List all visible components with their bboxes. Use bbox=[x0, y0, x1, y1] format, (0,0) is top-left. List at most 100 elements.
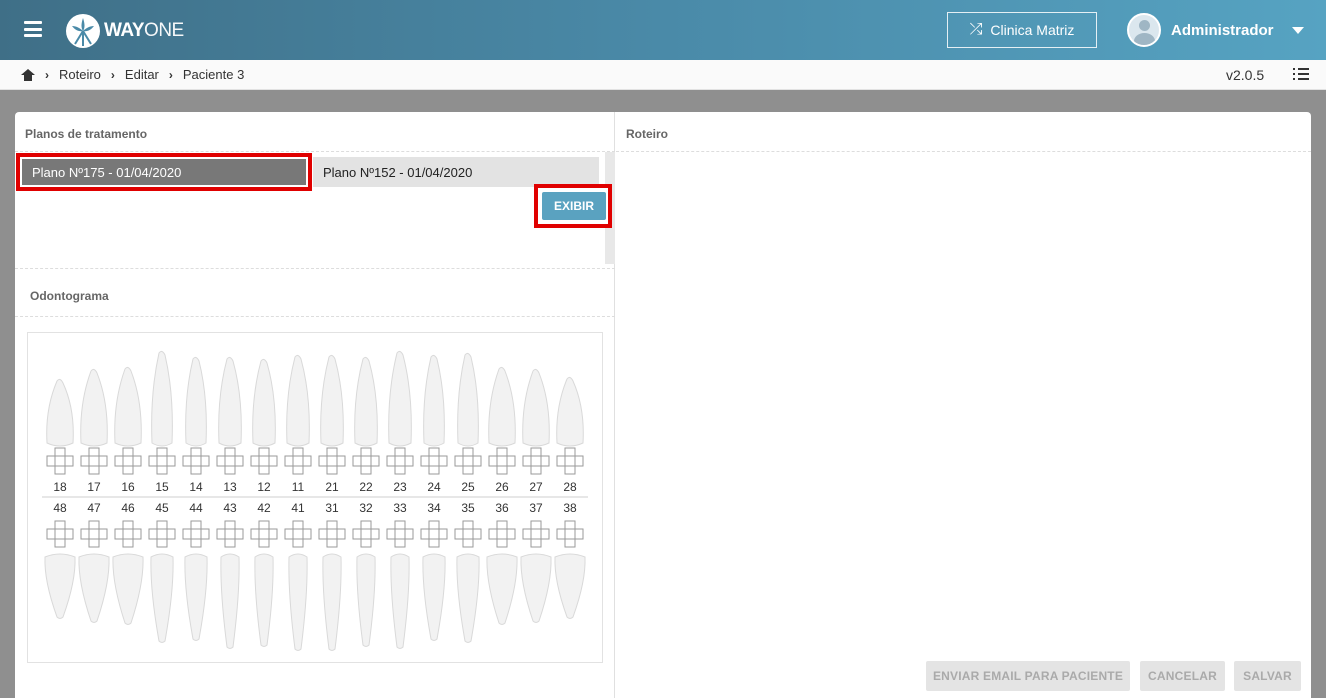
clinic-switch-button[interactable]: ⤮ Clinica Matriz bbox=[947, 12, 1097, 48]
tooth-15[interactable] bbox=[151, 350, 173, 447]
user-name: Administrador bbox=[1171, 21, 1274, 39]
tooth-26[interactable] bbox=[488, 366, 516, 447]
tooth-31[interactable] bbox=[322, 553, 342, 651]
tooth-45[interactable] bbox=[150, 553, 174, 643]
odontogram-header: Odontograma bbox=[15, 268, 615, 317]
tooth-35[interactable] bbox=[456, 553, 480, 643]
tooth-43[interactable] bbox=[220, 553, 240, 649]
tooth-47[interactable] bbox=[78, 553, 110, 623]
tooth-surface-grid-27[interactable] bbox=[522, 447, 550, 475]
tooth-surface-grid-46[interactable] bbox=[114, 520, 142, 548]
exibir-highlight: EXIBIR bbox=[534, 184, 612, 228]
tooth-38[interactable] bbox=[554, 553, 586, 619]
tooth-surface-grid-26[interactable] bbox=[488, 447, 516, 475]
plan-label: Plano Nº152 - 01/04/2020 bbox=[323, 164, 473, 180]
chevron-down-icon[interactable] bbox=[1291, 26, 1304, 34]
tooth-surface-grid-31[interactable] bbox=[318, 520, 346, 548]
tooth-13[interactable] bbox=[218, 356, 242, 447]
tooth-surface-grid-43[interactable] bbox=[216, 520, 244, 548]
tooth-48[interactable] bbox=[44, 553, 76, 619]
exibir-button[interactable]: EXIBIR bbox=[542, 192, 606, 220]
tooth-surface-grid-36[interactable] bbox=[488, 520, 516, 548]
tooth-44[interactable] bbox=[184, 553, 208, 641]
tooth-number: 48 bbox=[53, 501, 67, 515]
tooth-34[interactable] bbox=[422, 553, 446, 641]
tooth-surface-grid-47[interactable] bbox=[80, 520, 108, 548]
tooth-surface-grid-22[interactable] bbox=[352, 447, 380, 475]
tooth-surface-grid-25[interactable] bbox=[454, 447, 482, 475]
tooth-14[interactable] bbox=[185, 356, 207, 447]
tooth-41[interactable] bbox=[288, 553, 308, 651]
tooth-surface-grid-32[interactable] bbox=[352, 520, 380, 548]
breadcrumb: › Roteiro › Editar › Paciente 3 v2.0.5 bbox=[0, 60, 1326, 90]
tooth-number: 15 bbox=[155, 480, 169, 494]
breadcrumb-item-editar[interactable]: Editar bbox=[125, 67, 159, 82]
tooth-surface-grid-34[interactable] bbox=[420, 520, 448, 548]
plan-item[interactable]: Plano Nº152 - 01/04/2020 bbox=[313, 157, 599, 187]
tooth-surface-grid-15[interactable] bbox=[148, 447, 176, 475]
home-icon[interactable] bbox=[21, 68, 35, 81]
tooth-surface-grid-44[interactable] bbox=[182, 520, 210, 548]
tooth-number: 14 bbox=[189, 480, 203, 494]
tooth-33[interactable] bbox=[390, 553, 410, 649]
tooth-36[interactable] bbox=[486, 553, 518, 625]
user-menu[interactable]: Administrador bbox=[1127, 13, 1304, 47]
menu-icon[interactable] bbox=[24, 21, 42, 37]
odontogram-chart: 18 17 16 15 14 13 12 11 21 22 23 24 25 26 27 28 48 47 46 45… bbox=[42, 350, 588, 651]
list-icon[interactable] bbox=[1293, 68, 1309, 82]
tooth-18[interactable] bbox=[46, 378, 74, 447]
plan-item-selected[interactable]: Plano Nº175 - 01/04/2020 bbox=[16, 153, 312, 191]
tooth-surface-grid-12[interactable] bbox=[250, 447, 278, 475]
tooth-22[interactable] bbox=[354, 356, 378, 447]
tooth-number: 28 bbox=[563, 480, 577, 494]
tooth-28[interactable] bbox=[556, 376, 584, 447]
tooth-surface-grid-21[interactable] bbox=[318, 447, 346, 475]
tooth-11[interactable] bbox=[286, 354, 310, 447]
tooth-23[interactable] bbox=[388, 350, 412, 447]
tooth-32[interactable] bbox=[356, 553, 376, 647]
odontogram-title: Odontograma bbox=[30, 289, 109, 303]
tooth-surface-grid-37[interactable] bbox=[522, 520, 550, 548]
tooth-37[interactable] bbox=[520, 553, 552, 623]
tooth-surface-grid-45[interactable] bbox=[148, 520, 176, 548]
tooth-surface-grid-14[interactable] bbox=[182, 447, 210, 475]
tooth-surface-grid-13[interactable] bbox=[216, 447, 244, 475]
tooth-24[interactable] bbox=[423, 354, 445, 447]
breadcrumb-item-roteiro[interactable]: Roteiro bbox=[59, 67, 101, 82]
tooth-16[interactable] bbox=[114, 366, 142, 447]
tooth-surface-grid-16[interactable] bbox=[114, 447, 142, 475]
tooth-25[interactable] bbox=[457, 352, 479, 447]
chevron-right-icon: › bbox=[45, 67, 49, 82]
tooth-surface-grid-18[interactable] bbox=[46, 447, 74, 475]
plan-label: Plano Nº175 - 01/04/2020 bbox=[32, 164, 182, 180]
tooth-number: 16 bbox=[121, 480, 135, 494]
tooth-surface-grid-24[interactable] bbox=[420, 447, 448, 475]
tooth-46[interactable] bbox=[112, 553, 144, 625]
tooth-surface-grid-35[interactable] bbox=[454, 520, 482, 548]
right-panel: Roteiro ENVIAR EMAIL PARA PACIENTE CANCE… bbox=[616, 112, 1311, 698]
tooth-surface-grid-17[interactable] bbox=[80, 447, 108, 475]
tooth-surface-grid-23[interactable] bbox=[386, 447, 414, 475]
tooth-number: 22 bbox=[359, 480, 373, 494]
tooth-surface-grid-28[interactable] bbox=[556, 447, 584, 475]
left-panel: Planos de tratamento Plano Nº175 - 01/04… bbox=[15, 112, 615, 698]
tooth-21[interactable] bbox=[320, 354, 344, 447]
chevron-right-icon: › bbox=[168, 67, 173, 82]
tooth-number: 43 bbox=[223, 501, 237, 515]
tooth-surface-grid-42[interactable] bbox=[250, 520, 278, 548]
send-email-button[interactable]: ENVIAR EMAIL PARA PACIENTE bbox=[926, 661, 1130, 691]
tooth-surface-grid-38[interactable] bbox=[556, 520, 584, 548]
tooth-number: 12 bbox=[257, 480, 271, 494]
save-button[interactable]: SALVAR bbox=[1234, 661, 1301, 691]
tooth-surface-grid-33[interactable] bbox=[386, 520, 414, 548]
tooth-number: 21 bbox=[325, 480, 339, 494]
tooth-42[interactable] bbox=[254, 553, 274, 647]
app-logo[interactable]: WAYONE bbox=[66, 14, 184, 48]
tooth-surface-grid-48[interactable] bbox=[46, 520, 74, 548]
tooth-27[interactable] bbox=[522, 368, 550, 447]
tooth-17[interactable] bbox=[80, 368, 108, 447]
tooth-12[interactable] bbox=[252, 358, 276, 447]
tooth-surface-grid-11[interactable] bbox=[284, 447, 312, 475]
tooth-surface-grid-41[interactable] bbox=[284, 520, 312, 548]
cancel-button[interactable]: CANCELAR bbox=[1140, 661, 1225, 691]
